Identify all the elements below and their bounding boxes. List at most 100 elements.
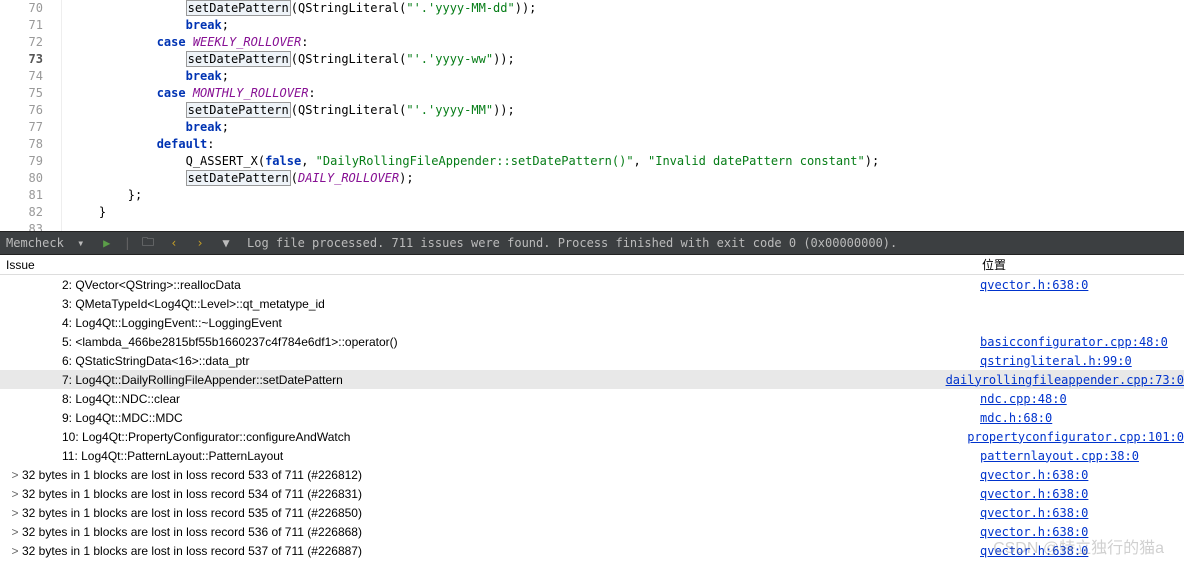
issue-location-link[interactable]: ndc.cpp:48:0 bbox=[980, 392, 1184, 406]
issue-row[interactable]: 2: QVector<QString>::reallocData qvector.… bbox=[0, 275, 1184, 294]
column-issue[interactable]: Issue bbox=[0, 258, 980, 272]
chevron-down-icon[interactable]: ▾ bbox=[72, 234, 90, 252]
issue-row[interactable]: 8: Log4Qt::NDC::clearndc.cpp:48:0 bbox=[0, 389, 1184, 408]
issue-row[interactable]: 3: QMetaTypeId<Log4Qt::Level>::qt_metaty… bbox=[0, 294, 1184, 313]
issue-row[interactable]: 6: QStaticStringData<16>::data_ptr qstrin… bbox=[0, 351, 1184, 370]
code-line[interactable]: 79 Q_ASSERT_X(false, "DailyRollingFileAp… bbox=[0, 153, 1184, 170]
issue-location-link[interactable]: patternlayout.cpp:38:0 bbox=[980, 449, 1184, 463]
line-number: 70 bbox=[0, 0, 62, 17]
code-content[interactable]: setDatePattern(QStringLiteral("'.'yyyy-M… bbox=[62, 0, 536, 17]
line-number: 72 bbox=[0, 34, 62, 51]
issue-row[interactable]: 4: Log4Qt::LoggingEvent::~LoggingEvent bbox=[0, 313, 1184, 332]
code-line[interactable]: 75 case MONTHLY_ROLLOVER: bbox=[0, 85, 1184, 102]
issue-row[interactable]: 10: Log4Qt::PropertyConfigurator::config… bbox=[0, 427, 1184, 446]
code-editor[interactable]: 70 setDatePattern(QStringLiteral("'.'yyy… bbox=[0, 0, 1184, 231]
code-line[interactable]: 82 } bbox=[0, 204, 1184, 221]
chevron-right-icon[interactable]: › bbox=[191, 234, 209, 252]
issue-text: 9: Log4Qt::MDC::MDC bbox=[62, 411, 183, 425]
issue-location-link[interactable]: qstringliteral.h:99:0 bbox=[980, 354, 1184, 368]
code-content[interactable]: break; bbox=[62, 68, 229, 85]
issue-text: 7: Log4Qt::DailyRollingFileAppender::set… bbox=[62, 373, 343, 387]
expand-arrow-icon[interactable]: > bbox=[8, 468, 22, 482]
issue-row[interactable]: 11: Log4Qt::PatternLayout::PatternLayout… bbox=[0, 446, 1184, 465]
code-line[interactable]: 72 case WEEKLY_ROLLOVER: bbox=[0, 34, 1184, 51]
issue-text: 32 bytes in 1 blocks are lost in loss re… bbox=[22, 468, 362, 482]
column-location[interactable]: 位置 bbox=[980, 256, 1184, 273]
issue-location-link[interactable]: qvector.h:638:0 bbox=[980, 544, 1184, 558]
chevron-left-icon[interactable]: ‹ bbox=[165, 234, 183, 252]
issue-row[interactable]: >32 bytes in 1 blocks are lost in loss r… bbox=[0, 465, 1184, 484]
issue-text: 3: QMetaTypeId<Log4Qt::Level>::qt_metaty… bbox=[62, 297, 325, 311]
code-line[interactable]: 78 default: bbox=[0, 136, 1184, 153]
issue-location-link[interactable]: dailyrollingfileappender.cpp:73:0 bbox=[946, 373, 1184, 387]
issue-text: 6: QStaticStringData<16>::data_ptr bbox=[62, 354, 249, 368]
issue-location-link[interactable]: qvector.h:638:0 bbox=[980, 525, 1184, 539]
issue-location-link[interactable]: basicconfigurator.cpp:48:0 bbox=[980, 335, 1184, 349]
code-line[interactable]: 71 break; bbox=[0, 17, 1184, 34]
issue-text: 32 bytes in 1 blocks are lost in loss re… bbox=[22, 506, 362, 520]
issue-location-link[interactable]: qvector.h:638:0 bbox=[980, 487, 1184, 501]
line-number: 81 bbox=[0, 187, 62, 204]
code-content[interactable]: setDatePattern(QStringLiteral("'.'yyyy-M… bbox=[62, 102, 515, 119]
memcheck-toolbar: Memcheck ▾ ▶ | 🗀 ‹ › ▼ Log file processe… bbox=[0, 231, 1184, 255]
expand-arrow-icon[interactable]: > bbox=[8, 525, 22, 539]
code-line[interactable]: 81 }; bbox=[0, 187, 1184, 204]
status-text: Log file processed. 711 issues were foun… bbox=[247, 236, 897, 250]
code-content[interactable]: case WEEKLY_ROLLOVER: bbox=[62, 34, 308, 51]
filter-icon[interactable]: ▼ bbox=[217, 234, 235, 252]
issue-row[interactable]: 9: Log4Qt::MDC::MDC mdc.h:68:0 bbox=[0, 408, 1184, 427]
line-number: 80 bbox=[0, 170, 62, 187]
line-number: 76 bbox=[0, 102, 62, 119]
code-line[interactable]: 70 setDatePattern(QStringLiteral("'.'yyy… bbox=[0, 0, 1184, 17]
issue-row[interactable]: >32 bytes in 1 blocks are lost in loss r… bbox=[0, 503, 1184, 522]
line-number: 82 bbox=[0, 204, 62, 221]
issue-text: 11: Log4Qt::PatternLayout::PatternLayout bbox=[62, 449, 283, 463]
code-content[interactable]: setDatePattern(QStringLiteral("'.'yyyy-w… bbox=[62, 51, 515, 68]
code-line[interactable]: 74 break; bbox=[0, 68, 1184, 85]
play-icon[interactable]: ▶ bbox=[98, 234, 116, 252]
issue-row[interactable]: 5: <lambda_466be2815bf55b1660237c4f784e6… bbox=[0, 332, 1184, 351]
issues-panel: Issue 位置 2: QVector<QString>::reallocDat… bbox=[0, 255, 1184, 566]
code-content[interactable]: }; bbox=[62, 187, 142, 204]
issue-row[interactable]: >32 bytes in 1 blocks are lost in loss r… bbox=[0, 484, 1184, 503]
line-number: 71 bbox=[0, 17, 62, 34]
code-line[interactable]: 73 setDatePattern(QStringLiteral("'.'yyy… bbox=[0, 51, 1184, 68]
issue-text: 32 bytes in 1 blocks are lost in loss re… bbox=[22, 544, 362, 558]
issue-text: 32 bytes in 1 blocks are lost in loss re… bbox=[22, 487, 362, 501]
code-content[interactable]: case MONTHLY_ROLLOVER: bbox=[62, 85, 316, 102]
expand-arrow-icon[interactable]: > bbox=[8, 487, 22, 501]
line-number: 74 bbox=[0, 68, 62, 85]
code-line[interactable]: 77 break; bbox=[0, 119, 1184, 136]
issue-text: 32 bytes in 1 blocks are lost in loss re… bbox=[22, 525, 362, 539]
code-content[interactable]: setDatePattern(DAILY_ROLLOVER); bbox=[62, 170, 414, 187]
line-number: 77 bbox=[0, 119, 62, 136]
line-number: 83 bbox=[0, 221, 62, 231]
issue-location-link[interactable]: qvector.h:638:0 bbox=[980, 506, 1184, 520]
issue-row[interactable]: >32 bytes in 1 blocks are lost in loss r… bbox=[0, 541, 1184, 560]
code-content[interactable]: } bbox=[62, 204, 106, 221]
issue-text: 2: QVector<QString>::reallocData bbox=[62, 278, 241, 292]
issue-location-link[interactable]: mdc.h:68:0 bbox=[980, 411, 1184, 425]
code-line[interactable]: 76 setDatePattern(QStringLiteral("'.'yyy… bbox=[0, 102, 1184, 119]
line-number: 78 bbox=[0, 136, 62, 153]
code-content[interactable]: default: bbox=[62, 136, 215, 153]
issue-row[interactable]: >32 bytes in 1 blocks are lost in loss r… bbox=[0, 522, 1184, 541]
issue-location-link[interactable]: qvector.h:638:0 bbox=[980, 278, 1184, 292]
issue-location-link[interactable]: qvector.h:638:0 bbox=[980, 468, 1184, 482]
line-number: 79 bbox=[0, 153, 62, 170]
issue-location-link[interactable]: propertyconfigurator.cpp:101:0 bbox=[967, 430, 1184, 444]
code-line[interactable]: 80 setDatePattern(DAILY_ROLLOVER); bbox=[0, 170, 1184, 187]
code-content[interactable] bbox=[62, 221, 70, 231]
expand-arrow-icon[interactable]: > bbox=[8, 506, 22, 520]
issue-text: 10: Log4Qt::PropertyConfigurator::config… bbox=[62, 430, 350, 444]
folder-icon[interactable]: 🗀 bbox=[139, 234, 157, 252]
issues-header: Issue 位置 bbox=[0, 255, 1184, 275]
toolbar-title: Memcheck bbox=[6, 236, 64, 250]
code-line[interactable]: 83 bbox=[0, 221, 1184, 231]
code-content[interactable]: break; bbox=[62, 17, 229, 34]
issue-text: 4: Log4Qt::LoggingEvent::~LoggingEvent bbox=[62, 316, 282, 330]
expand-arrow-icon[interactable]: > bbox=[8, 544, 22, 558]
code-content[interactable]: break; bbox=[62, 119, 229, 136]
issue-row[interactable]: 7: Log4Qt::DailyRollingFileAppender::set… bbox=[0, 370, 1184, 389]
code-content[interactable]: Q_ASSERT_X(false, "DailyRollingFileAppen… bbox=[62, 153, 879, 170]
